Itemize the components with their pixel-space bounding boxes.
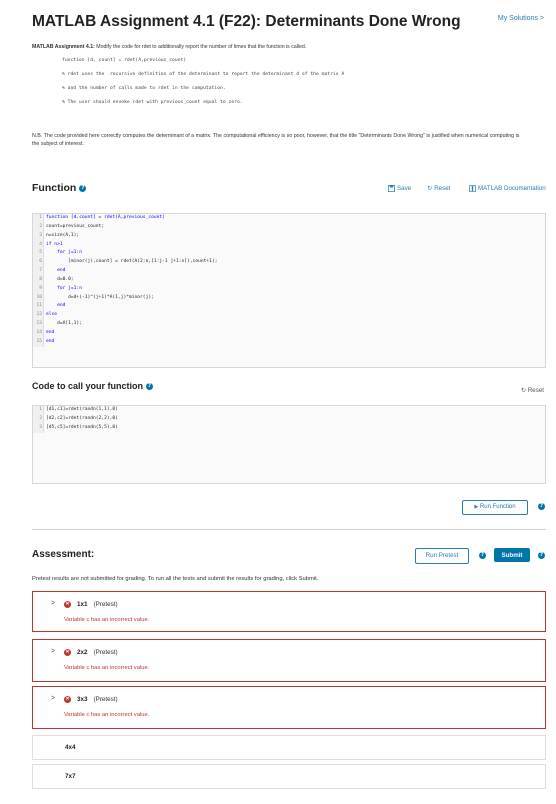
code-line: 4 if n>1 bbox=[33, 240, 545, 250]
call-code-editor[interactable]: 1 [d1,c1]=rdet(randn(1,1),0) 2 [d2,c2]=rde… bbox=[32, 405, 546, 484]
code-line: 12 else bbox=[33, 311, 545, 321]
save-label: Save bbox=[397, 185, 412, 192]
reset-icon: ↻ bbox=[520, 387, 527, 394]
test-message: Variable c has an incorrect value. bbox=[64, 617, 150, 623]
submit-button[interactable]: Submit bbox=[494, 548, 530, 562]
fail-icon: ✕ bbox=[64, 601, 71, 608]
pretest-note: Pretest results are not submitted for gr… bbox=[32, 576, 319, 582]
run-function-button[interactable]: ▶ Run Function bbox=[462, 500, 528, 515]
code-line: 6 [minor(j),count] = rdet(A(2:n,[1:j-1 j… bbox=[33, 258, 545, 268]
code-line: 2 [d2,c2]=rdet(randn(2,2),0) bbox=[33, 414, 545, 424]
code-line: 2 count=previous_count; bbox=[33, 222, 545, 232]
run-pretest-button[interactable]: Run Pretest bbox=[415, 548, 469, 564]
help-icon[interactable]: ? bbox=[538, 503, 545, 510]
matlab-documentation-link[interactable]: MATLAB Documentation bbox=[469, 185, 546, 192]
function-code-editor[interactable]: 1 function [d,count] = rdet(A,previous_co… bbox=[32, 213, 546, 368]
test-name: 1x1 (Pretest) bbox=[77, 601, 118, 608]
call-reset-button[interactable]: ↻ Reset bbox=[521, 387, 544, 394]
test-name: 2x2 (Pretest) bbox=[77, 649, 118, 656]
doc-label: MATLAB Documentation bbox=[478, 185, 546, 192]
test-result-2x2[interactable]: > ✕ 2x2 (Pretest) Variable c has an incor… bbox=[32, 639, 546, 682]
reset-label: Reset bbox=[434, 185, 451, 192]
code-line: 13 d=A(1,1); bbox=[33, 320, 545, 329]
call-code-heading: Code to call your function? bbox=[32, 381, 154, 391]
code-line: 1 function [d,count] = rdet(A,previous_co… bbox=[33, 214, 545, 223]
reset-icon: ↻ bbox=[427, 185, 433, 192]
function-heading: Function? bbox=[32, 182, 87, 194]
chevron-right-icon[interactable]: > bbox=[51, 600, 55, 607]
code-line: 9 for j=1:n bbox=[33, 284, 545, 294]
nb-note: N.B. The code provided here correctly co… bbox=[32, 133, 520, 148]
page-title: MATLAB Assignment 4.1 (F22): Determinant… bbox=[32, 13, 461, 30]
test-name: 4x4 bbox=[65, 744, 76, 751]
code-line: 11 end bbox=[33, 302, 545, 312]
intro-code-line: % and the number of calls made to rdet i… bbox=[62, 86, 226, 91]
assignment-intro: MATLAB Assignment 4.1: Modify the code f… bbox=[32, 44, 306, 50]
reset-label: Reset bbox=[527, 387, 544, 394]
section-divider bbox=[32, 529, 546, 530]
play-icon: ▶ bbox=[474, 504, 479, 510]
my-solutions-link[interactable]: My Solutions > bbox=[498, 15, 544, 22]
intro-code-line: % The user should envoke rdet with previ… bbox=[62, 100, 243, 105]
test-7x7[interactable]: 7x7 bbox=[32, 764, 546, 789]
intro-code-line: % rdet uses the recursive definition of … bbox=[62, 72, 345, 77]
chevron-right-icon[interactable]: > bbox=[51, 695, 55, 702]
reset-button[interactable]: ↻ Reset bbox=[427, 185, 450, 192]
code-line: 5 for j=1:n bbox=[33, 249, 545, 259]
assignment-text: Modify the code for rdet to additionally… bbox=[96, 44, 307, 50]
test-result-1x1[interactable]: > ✕ 1x1 (Pretest) Variable c has an incor… bbox=[32, 591, 546, 632]
code-line: 10 d=d+(-1)^(j+1)*A(1,j)*minor(j); bbox=[33, 293, 545, 303]
assignment-label: MATLAB Assignment 4.1: bbox=[32, 44, 95, 50]
code-line: 3 n=size(A,1); bbox=[33, 231, 545, 241]
help-icon[interactable]: ? bbox=[479, 552, 486, 559]
code-line: 8 d=0.0; bbox=[33, 275, 545, 285]
test-4x4[interactable]: 4x4 bbox=[32, 735, 546, 760]
test-message: Variable c has an incorrect value. bbox=[64, 712, 150, 718]
code-line: 1 [d1,c1]=rdet(randn(1,1),0) bbox=[33, 406, 545, 415]
save-button[interactable]: Save bbox=[388, 185, 411, 192]
intro-code-line: function [d, count] = rdet(A,previous_co… bbox=[62, 58, 187, 63]
test-name: 7x7 bbox=[65, 773, 76, 780]
chevron-right-icon[interactable]: > bbox=[51, 648, 55, 655]
test-name: 3x3 (Pretest) bbox=[77, 696, 118, 703]
assessment-heading: Assessment: bbox=[32, 549, 95, 560]
function-heading-label: Function bbox=[32, 182, 77, 194]
run-function-label: Run Function bbox=[479, 504, 516, 510]
code-line: 15 end bbox=[33, 337, 545, 347]
code-line: 7 end bbox=[33, 267, 545, 276]
fail-icon: ✕ bbox=[64, 649, 71, 656]
call-code-heading-label: Code to call your function bbox=[32, 381, 144, 391]
code-line: 3 [d5,c5]=rdet(randn(5,5),0) bbox=[33, 423, 545, 433]
code-line: 14 end bbox=[33, 328, 545, 338]
help-icon[interactable]: ? bbox=[538, 552, 545, 559]
help-icon[interactable]: ? bbox=[146, 383, 154, 391]
test-message: Variable c has an incorrect value. bbox=[64, 665, 150, 671]
book-icon bbox=[469, 185, 476, 192]
test-result-3x3[interactable]: > ✕ 3x3 (Pretest) Variable c has an incor… bbox=[32, 686, 546, 729]
help-icon[interactable]: ? bbox=[79, 184, 87, 192]
save-icon bbox=[388, 185, 395, 192]
fail-icon: ✕ bbox=[64, 696, 71, 703]
